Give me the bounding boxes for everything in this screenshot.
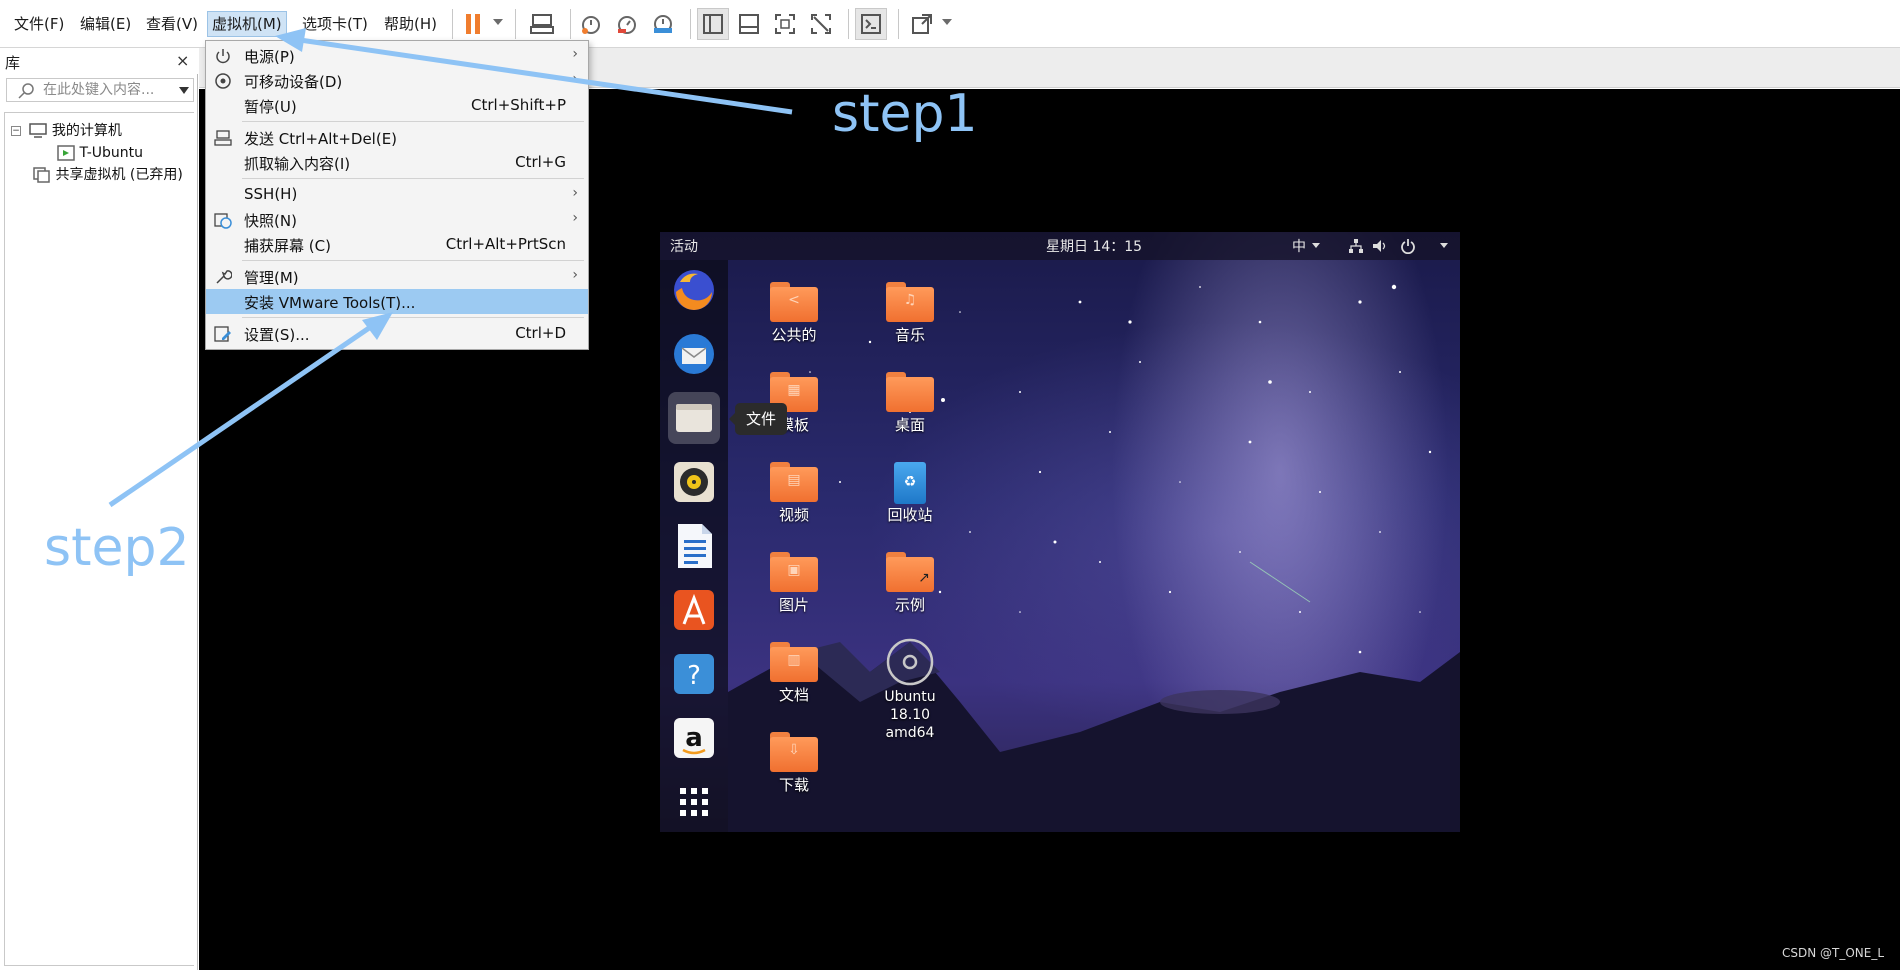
annotation-arrows	[108, 28, 793, 508]
arrow-step1	[299, 37, 793, 115]
arrow-step2	[108, 323, 374, 508]
annotation-step1: step1	[832, 84, 978, 144]
vmware-window: 文件(F) 编辑(E) 查看(V) 虚拟机(M) 选项卡(T) 帮助(H) 库 …	[0, 0, 1900, 970]
watermark: CSDN @T_ONE_L	[1782, 946, 1885, 960]
annotation-step2: step2	[44, 518, 190, 578]
